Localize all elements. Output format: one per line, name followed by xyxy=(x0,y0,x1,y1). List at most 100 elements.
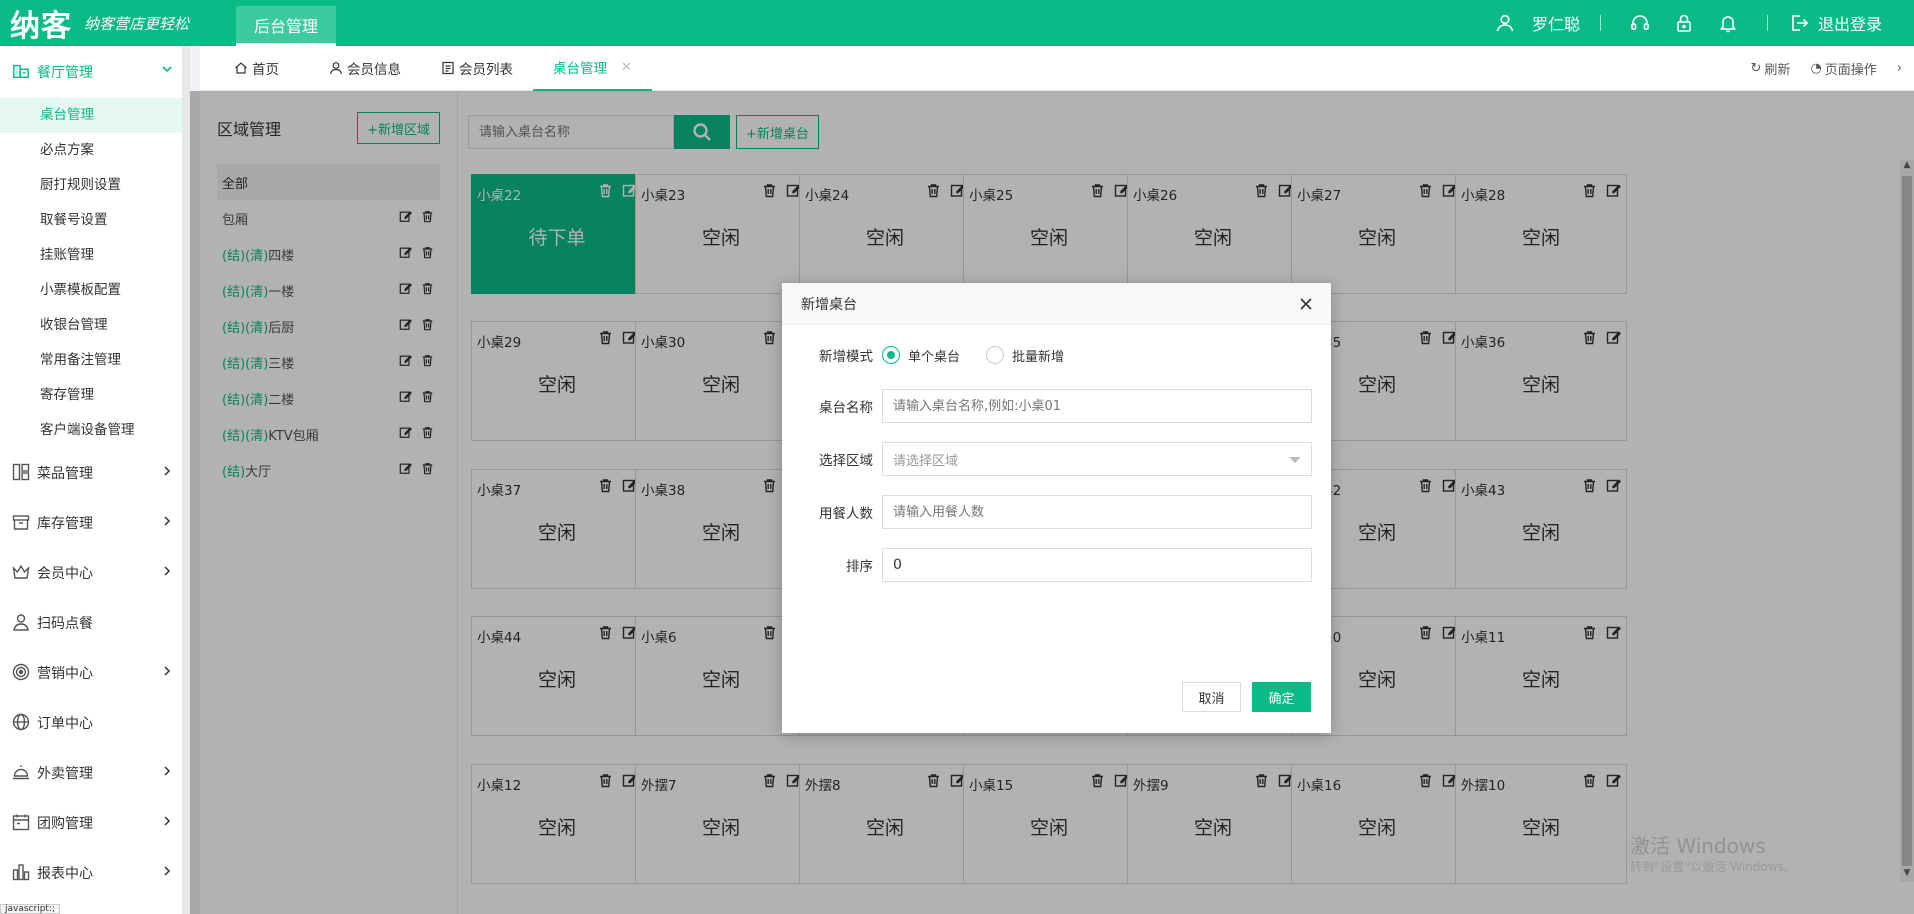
sidebar-group-label: 团购管理 xyxy=(37,816,93,832)
cloche-icon xyxy=(12,763,32,783)
sidebar-group-label: 营销中心 xyxy=(37,666,93,682)
calendar-icon xyxy=(12,813,32,833)
tab-bar: 首页 会员信息 会员列表 桌台管理 ✕ ↻ 刷新 ◔ 页面操作 › xyxy=(200,46,1914,91)
add-table-dialog: 新增桌台 新增模式 单个桌台 批量新增 桌台名称 选择区域 请选择区域 用餐人数… xyxy=(782,283,1331,733)
radio-batch-add[interactable]: 批量新增 xyxy=(986,346,1064,365)
tab-label: 首页 xyxy=(252,62,279,78)
people-count-label: 用餐人数 xyxy=(819,506,873,522)
area-select[interactable]: 请选择区域 xyxy=(882,442,1312,476)
tab-table-management[interactable]: 桌台管理 ✕ xyxy=(533,46,652,91)
sidebar-group-0[interactable]: 菜品管理 xyxy=(0,448,189,498)
dialog-title: 新增桌台 xyxy=(801,296,857,313)
logout-button[interactable]: 退出登录 xyxy=(1788,11,1882,35)
sidebar-item-9[interactable]: 客户端设备管理 xyxy=(0,413,189,448)
sidebar-item-7[interactable]: 常用备注管理 xyxy=(0,343,189,378)
sidebar-item-3[interactable]: 取餐号设置 xyxy=(0,203,189,238)
confirm-button[interactable]: 确定 xyxy=(1252,682,1311,712)
sidebar-group-7[interactable]: 团购管理 xyxy=(0,798,189,848)
page-ops-label: 页面操作 xyxy=(1824,62,1877,78)
chevron-right-icon[interactable]: › xyxy=(1897,61,1902,76)
user-name: 罗仁聪 xyxy=(1531,15,1580,34)
sidebar-item-4[interactable]: 挂账管理 xyxy=(0,238,189,273)
sort-input[interactable]: 0 xyxy=(882,548,1312,582)
close-icon[interactable] xyxy=(1296,294,1316,314)
logout-label: 退出登录 xyxy=(1817,15,1882,34)
person-icon xyxy=(12,613,32,633)
brand-slogan: 纳客营店更轻松 xyxy=(84,14,190,33)
sidebar-scrollbar[interactable] xyxy=(182,46,189,914)
lock-icon[interactable] xyxy=(1673,12,1695,34)
sidebar-group-label: 库存管理 xyxy=(37,516,93,532)
sidebar-group-2[interactable]: 会员中心 xyxy=(0,548,189,598)
sidebar-group-label: 报表中心 xyxy=(37,866,93,882)
sidebar-group-6[interactable]: 外卖管理 xyxy=(0,748,189,798)
tab-member-list[interactable]: 会员列表 xyxy=(421,46,533,91)
logout-icon xyxy=(1788,12,1810,34)
sort-value: 0 xyxy=(893,557,902,573)
header-divider xyxy=(1599,15,1601,31)
user-icon xyxy=(1494,12,1516,34)
globe-icon xyxy=(12,713,32,733)
sidebar-item-0[interactable]: 桌台管理 xyxy=(0,98,189,133)
sidebar-item-8[interactable]: 寄存管理 xyxy=(0,378,189,413)
user-icon xyxy=(329,62,343,75)
sidebar-item-2[interactable]: 厨打规则设置 xyxy=(0,168,189,203)
radio-dot xyxy=(882,346,900,364)
headset-icon[interactable] xyxy=(1629,12,1651,34)
box-icon xyxy=(12,513,32,533)
header-divider xyxy=(1766,15,1768,31)
refresh-button[interactable]: ↻ 刷新 xyxy=(1751,59,1791,78)
tab-member-info[interactable]: 会员信息 xyxy=(299,46,421,91)
area-select-placeholder: 请选择区域 xyxy=(893,453,959,469)
logo[interactable]: 纳客 纳客营店更轻松 xyxy=(0,0,236,46)
grid-icon xyxy=(12,463,32,483)
bell-icon[interactable] xyxy=(1717,12,1739,34)
refresh-icon: ↻ xyxy=(1750,60,1762,76)
table-name-label: 桌台名称 xyxy=(819,400,873,416)
top-header: 纳客 纳客营店更轻松 后台管理 罗仁聪 退出登录 xyxy=(0,0,1914,46)
chart-icon xyxy=(12,863,32,883)
close-icon[interactable]: ✕ xyxy=(621,60,632,75)
table-name-input[interactable] xyxy=(882,389,1312,423)
page-ops-button[interactable]: ◔ 页面操作 xyxy=(1810,59,1876,78)
sidebar-group-label: 扫码点餐 xyxy=(37,616,93,632)
tab-label: 桌台管理 xyxy=(553,61,607,77)
sidebar: 餐厅管理 桌台管理 必点方案 厨打规则设置 取餐号设置 挂账管理 小票模板配置 收银台管理常… xyxy=(0,46,190,914)
user-menu[interactable]: 罗仁聪 xyxy=(1486,11,1580,35)
store-icon xyxy=(12,62,32,82)
sort-label: 排序 xyxy=(846,559,873,575)
status-tooltip: javascript:; xyxy=(0,904,61,914)
caret-down-icon xyxy=(1289,457,1301,463)
sidebar-group-label: 外卖管理 xyxy=(37,766,93,782)
sidebar-group-4[interactable]: 营销中心 xyxy=(0,648,189,698)
backend-management-tab[interactable]: 后台管理 xyxy=(236,6,337,46)
cancel-button[interactable]: 取消 xyxy=(1182,682,1241,712)
radio-label: 单个桌台 xyxy=(908,349,961,365)
sidebar-group-3[interactable]: 扫码点餐 xyxy=(0,598,189,648)
sidebar-item-1[interactable]: 必点方案 xyxy=(0,133,189,168)
sidebar-group-label: 会员中心 xyxy=(37,566,93,582)
brand-name: 纳客 xyxy=(10,9,72,44)
sidebar-group-label: 订单中心 xyxy=(37,716,93,732)
sidebar-group-label: 菜品管理 xyxy=(37,466,93,482)
sidebar-group-1[interactable]: 库存管理 xyxy=(0,498,189,548)
sidebar-group-restaurant[interactable]: 餐厅管理 xyxy=(0,46,189,98)
tab-label: 会员列表 xyxy=(459,62,513,78)
target-icon xyxy=(12,663,32,683)
refresh-label: 刷新 xyxy=(1764,62,1791,78)
sidebar-group-8[interactable]: 报表中心 xyxy=(0,848,189,898)
tab-home[interactable]: 首页 xyxy=(200,46,299,91)
sidebar-group-5[interactable]: 订单中心 xyxy=(0,698,189,748)
home-icon xyxy=(235,62,247,74)
people-count-input[interactable] xyxy=(882,495,1312,529)
radio-dot xyxy=(986,346,1005,364)
sidebar-item-5[interactable]: 小票模板配置 xyxy=(0,273,189,308)
gauge-icon: ◔ xyxy=(1810,60,1822,76)
area-select-label: 选择区域 xyxy=(819,453,873,469)
radio-label: 批量新增 xyxy=(1012,349,1065,365)
sidebar-item-6[interactable]: 收银台管理 xyxy=(0,308,189,343)
tab-label: 会员信息 xyxy=(347,62,401,78)
radio-single-table[interactable]: 单个桌台 xyxy=(882,346,960,365)
sidebar-group-label: 餐厅管理 xyxy=(37,65,93,81)
chevron-down-icon xyxy=(162,66,172,73)
